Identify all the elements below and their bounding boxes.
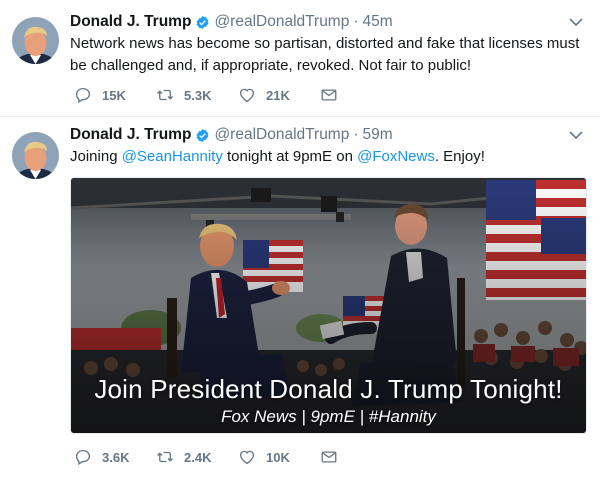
reply-icon (75, 87, 91, 104)
mention-link[interactable]: @FoxNews (357, 148, 435, 165)
heart-icon (239, 88, 255, 103)
text-segment: . Enjoy! (434, 148, 485, 165)
reply-count: 15K (102, 87, 126, 103)
username[interactable]: @realDonaldTrump (214, 126, 349, 144)
heart-icon (239, 450, 255, 465)
verified-badge-icon (197, 128, 209, 142)
tweet-actions: 3.6K 2.4K 10K (74, 448, 338, 466)
text-segment: tonight at 9pmE on (222, 148, 358, 165)
retweet-button[interactable]: 2.4K (156, 448, 238, 466)
reply-icon (75, 449, 91, 466)
tweet-header: Donald J. Trump @realDonaldTrump · 59m (70, 124, 393, 146)
tweet[interactable]: Donald J. Trump @realDonaldTrump · 45m N… (0, 0, 600, 117)
chevron-down-icon[interactable] (568, 127, 584, 143)
retweet-count: 5.3K (184, 87, 212, 103)
envelope-icon (321, 89, 337, 101)
separator: · (353, 126, 359, 143)
avatar[interactable] (12, 17, 59, 64)
tweet-actions: 15K 5.3K 21K (74, 86, 338, 104)
retweet-icon (157, 451, 173, 463)
retweet-button[interactable]: 5.3K (156, 86, 238, 104)
text-segment: Joining (70, 148, 122, 165)
retweet-count: 2.4K (184, 449, 212, 465)
tweet[interactable]: Donald J. Trump @realDonaldTrump · 59m J… (0, 117, 600, 478)
display-name[interactable]: Donald J. Trump (70, 126, 191, 144)
timestamp[interactable]: 45m (363, 13, 393, 31)
retweet-icon (157, 89, 173, 101)
like-button[interactable]: 10K (238, 448, 320, 466)
tweet-header: Donald J. Trump @realDonaldTrump · 45m (70, 11, 393, 33)
media-title: Join President Donald J. Trump Tonight! (94, 374, 563, 404)
username[interactable]: @realDonaldTrump (214, 13, 349, 31)
tweet-media-image[interactable]: Join President Donald J. Trump Tonight! … (70, 177, 587, 434)
like-button[interactable]: 21K (238, 86, 320, 104)
direct-message-button[interactable] (320, 86, 338, 104)
tweet-text: Network news has become so partisan, dis… (70, 35, 580, 74)
reply-button[interactable]: 15K (74, 86, 156, 104)
media-subtitle: Fox News | 9pmE | #Hannity (221, 407, 436, 426)
timestamp[interactable]: 59m (363, 126, 393, 144)
reply-count: 3.6K (102, 449, 130, 465)
reply-button[interactable]: 3.6K (74, 448, 156, 466)
mention-link[interactable]: @SeanHannity (122, 148, 223, 165)
verified-badge-icon (197, 15, 209, 29)
avatar[interactable] (12, 132, 59, 179)
direct-message-button[interactable] (320, 448, 338, 466)
chevron-down-icon[interactable] (568, 14, 584, 30)
envelope-icon (321, 451, 337, 463)
like-count: 10K (266, 449, 290, 465)
display-name[interactable]: Donald J. Trump (70, 13, 191, 31)
separator: · (353, 13, 359, 30)
tweet-text: Joining @SeanHannity tonight at 9pmE on … (70, 146, 590, 168)
like-count: 21K (266, 87, 290, 103)
